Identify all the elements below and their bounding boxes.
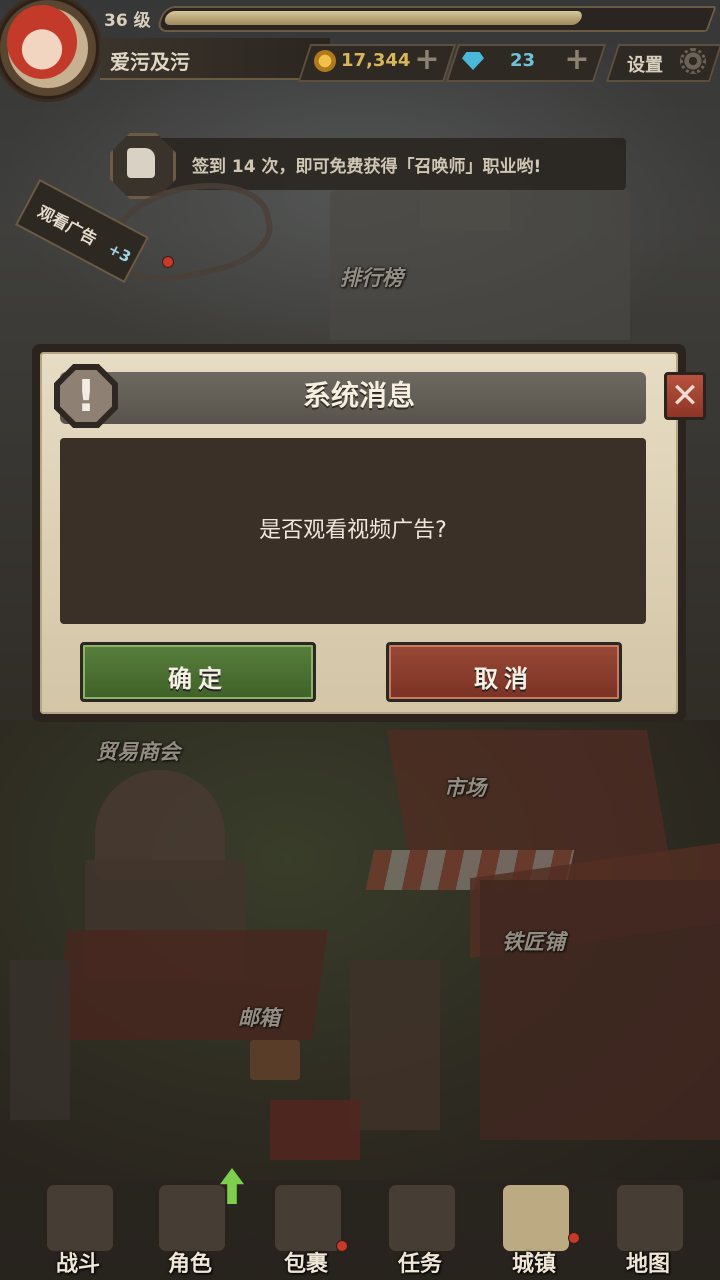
nav-town[interactable]: 城镇 [478, 1170, 590, 1280]
close-button[interactable]: ✕ [664, 372, 706, 420]
scroll-icon [386, 1182, 458, 1254]
cancel-button-label: 取消 [474, 665, 534, 693]
confirm-button-label: 确定 [168, 665, 228, 693]
nav-battle-label: 战斗 [55, 1252, 100, 1277]
town-notification-dot [568, 1232, 580, 1244]
nav-map-label: 地图 [625, 1252, 670, 1277]
bottom-nav: 战斗 角色 包裹 任务 城镇 地图 [0, 1170, 720, 1280]
settings-label: 设置 [627, 55, 663, 76]
notice-text: 签到 14 次，即可免费获得「召唤师」职业哟! [192, 157, 542, 177]
avatar-portrait [7, 5, 77, 79]
helmet-icon [156, 1182, 228, 1254]
nav-battle[interactable]: 战斗 [22, 1170, 134, 1280]
nav-quest-label: 任务 [397, 1252, 442, 1277]
add-gems-button[interactable]: + [562, 45, 592, 76]
nav-quest[interactable]: 任务 [364, 1170, 476, 1280]
bag-notification-dot [336, 1240, 348, 1252]
xp-bar-fill [162, 11, 584, 25]
castle-tower-icon [500, 1182, 572, 1254]
nav-bag[interactable]: 包裹 [250, 1170, 362, 1280]
add-coins-button[interactable]: + [412, 45, 442, 76]
avatar[interactable] [0, 0, 102, 102]
exclamation-icon: ! [75, 371, 97, 422]
nav-character-label: 角色 [167, 1252, 212, 1277]
nav-town-label: 城镇 [511, 1252, 556, 1277]
swords-icon [44, 1182, 116, 1254]
player-name: 爱污及污 [110, 50, 190, 74]
top-hud: 36 级 爱污及污 17,344 + 23 + 设置 [0, 0, 720, 102]
cancel-button[interactable]: 取消 [386, 642, 622, 702]
ad-notification-dot [162, 256, 174, 268]
gear-icon[interactable] [680, 48, 706, 74]
gem-amount: 23 [510, 50, 536, 71]
confirm-button[interactable]: 确定 [80, 642, 316, 702]
dialog-message: 是否观看视频广告? [259, 518, 447, 543]
game-screen: 排行榜 贸易商会 市场 铁匠铺 邮箱 36 级 爱污及污 17,344 + 23… [0, 0, 720, 1280]
backpack-icon [272, 1182, 344, 1254]
scroll-icon [127, 148, 155, 178]
map-icon [614, 1182, 686, 1254]
player-level: 36 级 [104, 11, 151, 31]
coin-amount: 17,344 [341, 50, 411, 71]
coin-icon [314, 50, 336, 72]
xp-bar [155, 6, 717, 32]
dialog-title: 系统消息 [302, 379, 415, 412]
close-icon: ✕ [670, 376, 700, 416]
system-message-dialog: 系统消息 ! 是否观看视频广告? 确定 取消 [32, 344, 686, 722]
nav-map[interactable]: 地图 [592, 1170, 704, 1280]
